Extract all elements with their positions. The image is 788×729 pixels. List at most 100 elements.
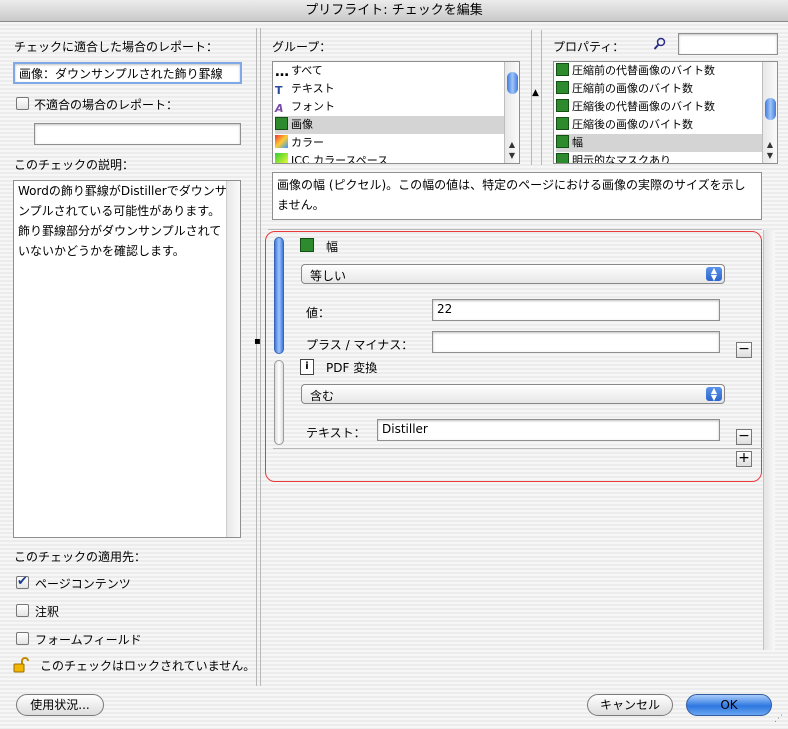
splitter-handle[interactable]: ▪ [254,336,261,347]
group-item-label: テキスト [291,82,335,95]
condition-1-value: 22 [437,302,453,316]
group-item-label: 画像 [291,118,313,131]
list-splitter-handle[interactable]: ▲ [532,88,539,98]
report-nomatch-field[interactable] [34,123,241,145]
applies-annotation-checkbox[interactable] [16,604,29,617]
image-icon [556,117,569,130]
group-item-label: カラー [291,136,324,149]
condition-2-text-label: テキスト： [306,426,366,440]
property-item-label: 圧縮前の画像のバイト数 [572,82,693,95]
condition-1-tolerance-input[interactable] [432,331,720,353]
ok-button[interactable]: OK [686,694,772,716]
group-item-image[interactable]: 画像 [275,116,507,134]
list-divider-2 [541,30,542,165]
condition-1-remove-button[interactable]: − [736,342,752,358]
condition-2-text-input[interactable]: Distiller [377,419,720,441]
report-match-label: チェックに適合した場合のレポート： [14,40,219,54]
usage-button[interactable]: 使用状況... [16,694,104,716]
group-item-label: ICC カラースペース [291,154,389,164]
report-nomatch-checkbox[interactable] [16,97,29,110]
condition-1-value-label: 値： [306,306,331,320]
property-description-box: 画像の幅 (ピクセル)。この幅の値は、特定のページにおける画像の実際のサイズを示… [272,172,762,220]
property-item-label: 幅 [572,136,583,149]
applies-form-field-checkbox[interactable] [16,632,29,645]
group-item-text[interactable]: T テキスト [275,80,335,98]
applies-page-content-label: ページコンテンツ [35,577,131,591]
image-icon [275,117,288,130]
applies-annotation-label: 注釈 [35,605,60,619]
lock-icon[interactable] [13,657,29,673]
scroll-up-icon[interactable]: ▲ [505,140,519,150]
conditions-separator [273,448,763,449]
condition-1-tolerance-label: プラス / マイナス： [306,338,414,352]
image-icon [556,135,569,148]
panel-divider [256,28,257,686]
description-textarea[interactable]: Wordの飾り罫線がDistillerでダウンサンプルされている可能性があります… [13,180,241,538]
description-text: Wordの飾り罫線がDistillerでダウンサンプルされている可能性があります… [18,184,227,258]
property-item[interactable]: 圧縮後の代替画像のバイト数 [556,98,715,116]
report-match-field[interactable]: 画像：ダウンサンプルされた飾り罫線 [13,62,242,84]
lock-status-text: このチェックはロックされていません。 [40,659,256,673]
description-scrollbar[interactable] [226,181,240,537]
properties-label: プロパティ： [553,40,625,54]
property-item[interactable]: 圧縮前の画像のバイト数 [556,80,693,98]
updown-arrows-icon: ▲ ▼ [706,267,722,282]
groups-scroll-thumb[interactable] [507,72,518,94]
properties-scrollbar[interactable]: ▲ ▼ [762,62,777,163]
condition-2-text-value: Distiller [382,422,428,436]
icc-icon [275,153,288,163]
condition-1-operator-value: 等しい [310,269,347,283]
cancel-button[interactable]: キャンセル [587,694,673,716]
property-search-input[interactable] [678,33,778,55]
condition-1-operator-select[interactable]: 等しい ▲ ▼ [301,264,725,284]
condition-2-title: PDF 変換 [326,361,378,375]
panel-divider-2 [260,28,261,686]
group-item-all[interactable]: … すべて [275,62,323,80]
info-icon: i [300,359,314,375]
color-icon [275,135,288,148]
group-item-icc[interactable]: ICC カラースペース [275,152,389,164]
scroll-up-icon[interactable]: ▲ [763,140,777,150]
property-item[interactable]: 圧縮前の代替画像のバイト数 [556,62,715,80]
conditions-scrollbar[interactable] [763,230,775,650]
updown-arrows-icon: ▲ ▼ [706,387,722,402]
groups-label: グループ： [272,40,332,54]
properties-scroll-thumb[interactable] [765,98,776,120]
text-icon: T [275,84,283,97]
condition-2-remove-button[interactable]: − [736,429,752,445]
properties-list[interactable]: 圧縮前の代替画像のバイト数 圧縮前の画像のバイト数 圧縮後の代替画像のバイト数 … [553,61,778,164]
font-icon: A [275,102,284,115]
group-item-label: すべて [291,64,323,77]
condition-2-grip[interactable] [274,360,284,445]
group-item-font[interactable]: A フォント [275,98,335,116]
condition-1-title: 幅 [326,240,339,254]
property-item-width[interactable]: 幅 [556,134,762,152]
applies-form-field-label: フォームフィールド [35,633,142,647]
property-item-label: 圧縮後の画像のバイト数 [572,118,693,131]
scroll-down-icon[interactable]: ▼ [505,151,519,161]
groups-scrollbar[interactable]: ▲ ▼ [504,62,519,163]
image-icon [300,238,314,252]
report-match-value: 画像：ダウンサンプルされた飾り罫線 [19,67,223,81]
property-item-label: 明示的なマスクあり [572,154,671,164]
resize-grip-icon[interactable]: ⋰ [774,713,786,725]
condition-1-value-input[interactable]: 22 [432,299,720,321]
window-title: プリフライト: チェックを編集 [0,0,788,22]
applies-label: このチェックの適用先： [14,550,147,564]
condition-2-operator-select[interactable]: 含む ▲ ▼ [301,384,725,404]
horizontal-splitter[interactable] [268,229,762,230]
condition-2-operator-value: 含む [310,389,335,403]
condition-1-grip[interactable] [274,237,284,354]
groups-list[interactable]: … すべて T テキスト A フォント 画像 カラー ICC カラースペース ▲ ▼ [272,61,520,164]
add-condition-button[interactable]: + [736,451,752,467]
image-icon [556,81,569,94]
group-item-label: フォント [291,100,335,113]
property-item[interactable]: 明示的なマスクあり [556,152,671,164]
property-item[interactable]: 圧縮後の画像のバイト数 [556,116,693,134]
scroll-down-icon[interactable]: ▼ [763,151,777,161]
applies-page-content-checkbox[interactable] [16,574,29,589]
image-icon [556,99,569,112]
group-item-color[interactable]: カラー [275,134,324,152]
report-nomatch-label: 不適合の場合のレポート： [34,98,179,112]
search-icon[interactable] [653,37,667,51]
